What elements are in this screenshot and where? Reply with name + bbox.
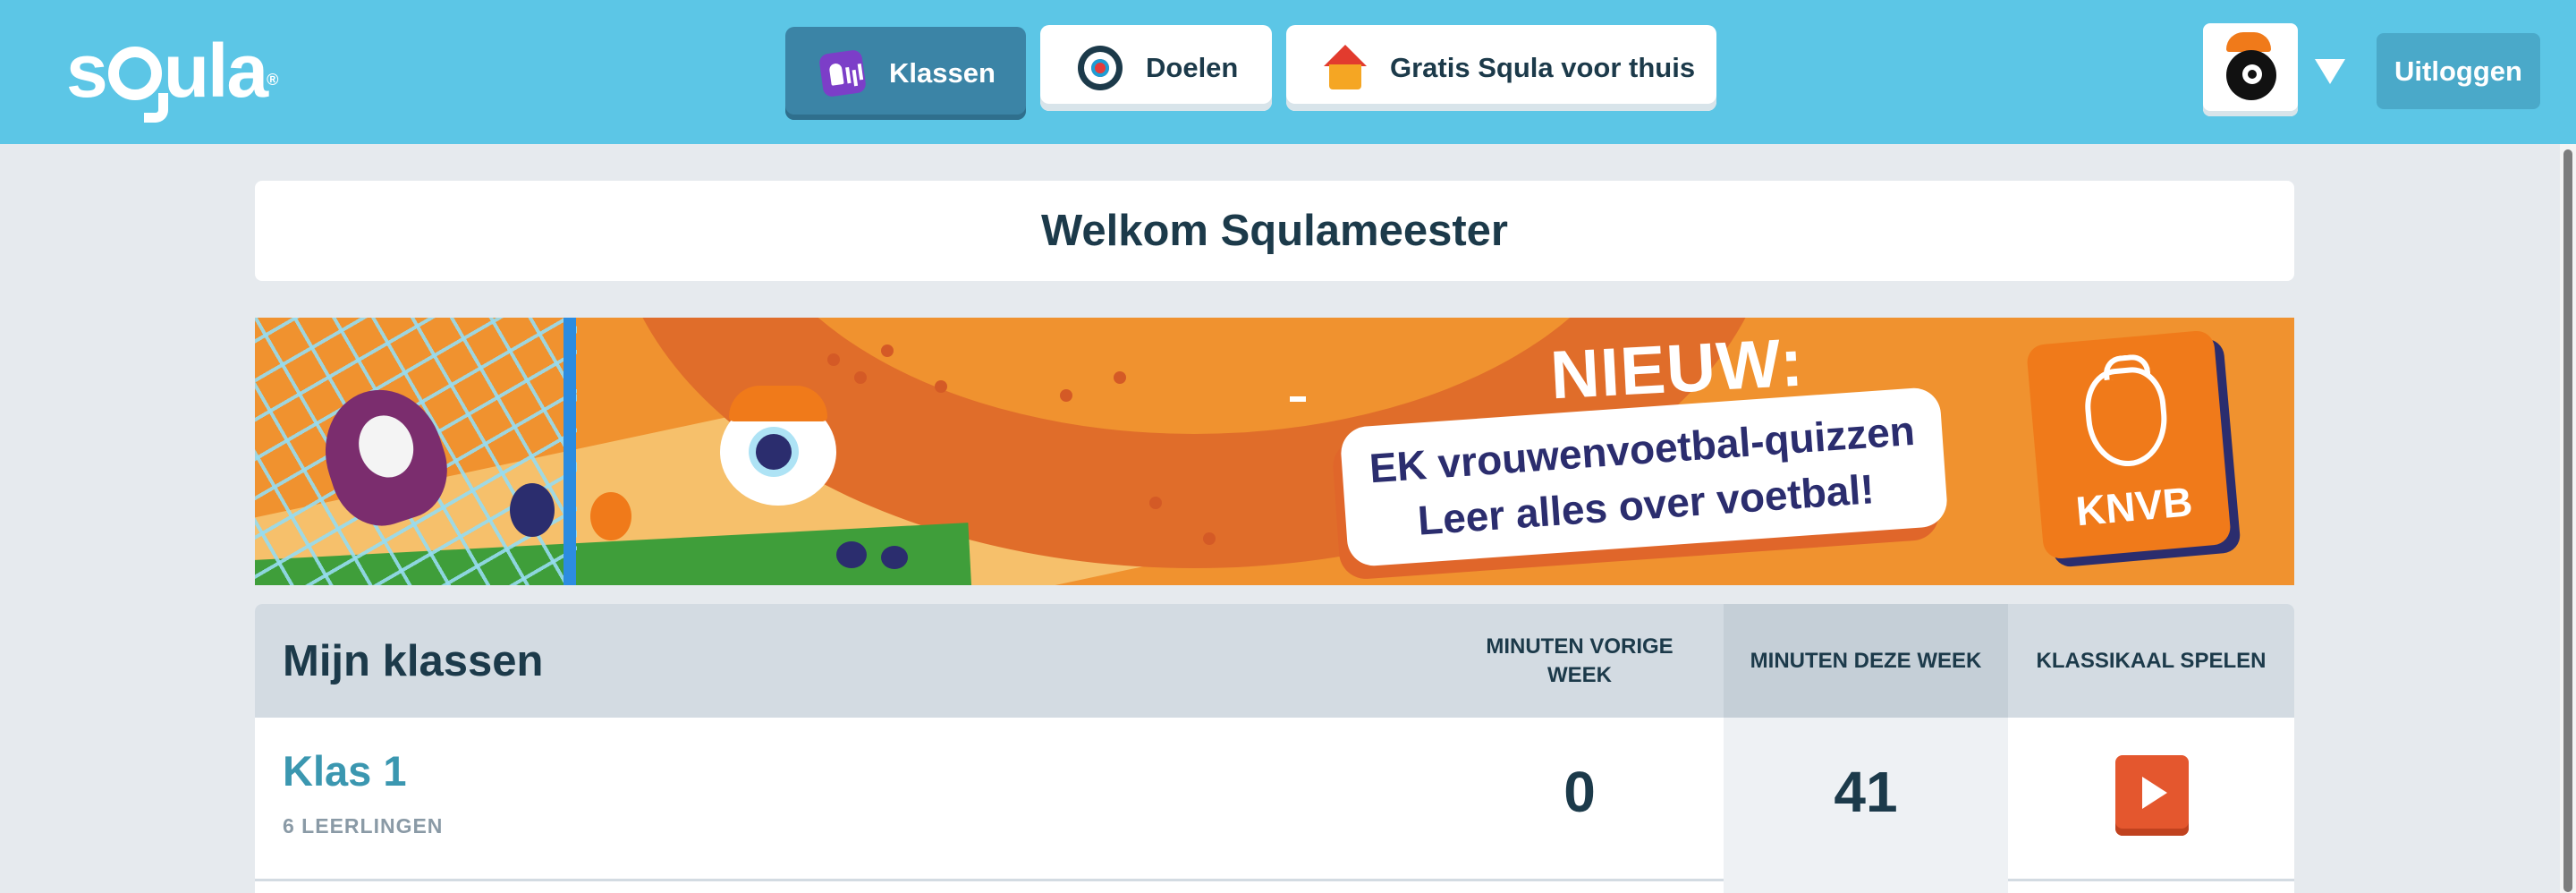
- tab-klassen-label: Klassen: [889, 57, 996, 89]
- confetti: [1203, 532, 1216, 545]
- scrollbar-thumb[interactable]: [2563, 149, 2572, 892]
- classes-table: Mijn klassen MINUTEN VORIGE WEEK MINUTEN…: [255, 604, 2294, 893]
- column-header-play-classroom: KLASSIKAAL SPELEN: [2036, 648, 2267, 673]
- striker-character: [720, 386, 836, 506]
- confetti: [1114, 371, 1126, 384]
- confetti: [1060, 389, 1072, 402]
- minutes-last-week-value: 0: [1563, 760, 1596, 824]
- small-character: [590, 492, 631, 540]
- target-icon: [1078, 46, 1123, 90]
- chevron-down-icon[interactable]: [2315, 59, 2345, 84]
- classes-title: Mijn klassen: [283, 636, 544, 685]
- top-navigation-bar: s ula® Klassen Doelen Gratis Squla voor t…: [0, 0, 2576, 144]
- ball-shadow: [881, 546, 908, 569]
- promo-banner[interactable]: NIEUW: EK vrouwenvoetbal-quizzen Leer al…: [255, 318, 2294, 585]
- banner-dash: [1290, 396, 1306, 402]
- tab-doelen[interactable]: Doelen: [1040, 25, 1272, 111]
- knvb-logo-text: KNVB: [2073, 478, 2195, 535]
- table-row-values: 0 41: [255, 718, 2294, 879]
- column-header-minutes-last-week: MINUTEN VORIGE WEEK: [1486, 634, 1674, 687]
- confetti: [854, 371, 867, 384]
- avatar-eye: [2242, 64, 2262, 84]
- avatar-hat: [2226, 32, 2271, 52]
- column-header-minutes-this-week: MINUTEN DEZE WEEK: [1724, 604, 2008, 718]
- goal-post: [564, 318, 576, 585]
- ball-shadow: [836, 541, 867, 568]
- tab-klassen[interactable]: Klassen: [785, 27, 1026, 120]
- table-header: Mijn klassen MINUTEN VORIGE WEEK MINUTEN…: [255, 604, 2294, 718]
- tab-gratis-squla[interactable]: Gratis Squla voor thuis: [1286, 25, 1716, 111]
- tab-doelen-label: Doelen: [1146, 52, 1239, 83]
- page-scrollbar[interactable]: [2560, 144, 2576, 893]
- minutes-this-week-value: 41: [1834, 760, 1898, 824]
- welcome-heading: Welkom Squlameester: [255, 181, 2294, 281]
- confetti: [935, 380, 947, 393]
- logout-button[interactable]: Uitloggen: [2377, 33, 2540, 109]
- confetti: [827, 353, 840, 366]
- avatar[interactable]: [2203, 23, 2298, 116]
- confetti: [1149, 497, 1162, 509]
- house-icon: [1324, 45, 1367, 91]
- small-character: [510, 483, 555, 537]
- play-icon[interactable]: [2115, 755, 2189, 836]
- tab-gratis-squla-label: Gratis Squla voor thuis: [1390, 52, 1696, 83]
- knvb-logo: KNVB: [2025, 329, 2233, 560]
- lion-icon: [2081, 364, 2171, 470]
- klassen-icon: [818, 48, 868, 98]
- confetti: [881, 344, 894, 357]
- squla-logo[interactable]: s ula®: [66, 32, 278, 123]
